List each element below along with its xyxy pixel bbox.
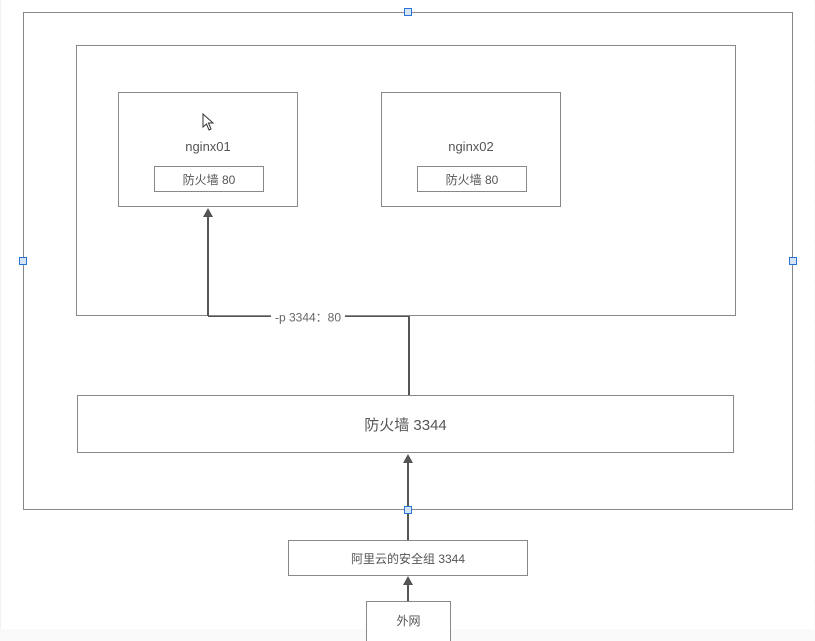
nginx02-firewall-label: 防火墙 80 xyxy=(446,171,499,188)
selection-handle[interactable] xyxy=(404,506,412,514)
internet-box[interactable]: 外网 xyxy=(366,601,451,641)
nginx01-box[interactable]: nginx01 防火墙 80 xyxy=(118,92,298,207)
security-group-label: 阿里云的安全组 3344 xyxy=(351,550,465,567)
connector-security-to-firewall xyxy=(407,462,409,540)
connector-port-mapping xyxy=(207,217,209,316)
nginx01-firewall-label: 防火墙 80 xyxy=(183,171,236,188)
internet-label: 外网 xyxy=(396,612,420,629)
security-group-box[interactable]: 阿里云的安全组 3344 xyxy=(288,540,528,576)
connector-internet-to-security xyxy=(407,584,409,602)
nginx01-firewall-box[interactable]: 防火墙 80 xyxy=(154,166,264,192)
diagram-canvas[interactable]: Docker服务 nginx01 防火墙 80 nginx02 防火墙 80 -… xyxy=(1,0,814,629)
nginx02-firewall-box[interactable]: 防火墙 80 xyxy=(417,166,527,192)
port-mapping-label: -p 3344：80 xyxy=(271,309,345,326)
nginx01-title: nginx01 xyxy=(119,139,297,154)
nginx02-title: nginx02 xyxy=(382,139,560,154)
connector-port-mapping xyxy=(408,316,410,396)
arrow-head-icon xyxy=(403,454,413,463)
host-firewall-label: 防火墙 3344 xyxy=(364,414,447,435)
arrow-head-icon xyxy=(203,208,213,217)
selection-handle[interactable] xyxy=(789,257,797,265)
selection-handle[interactable] xyxy=(404,8,412,16)
selection-handle[interactable] xyxy=(19,257,27,265)
arrow-head-icon xyxy=(403,576,413,585)
nginx02-box[interactable]: nginx02 防火墙 80 xyxy=(381,92,561,207)
host-firewall-box[interactable]: 防火墙 3344 xyxy=(77,395,734,453)
